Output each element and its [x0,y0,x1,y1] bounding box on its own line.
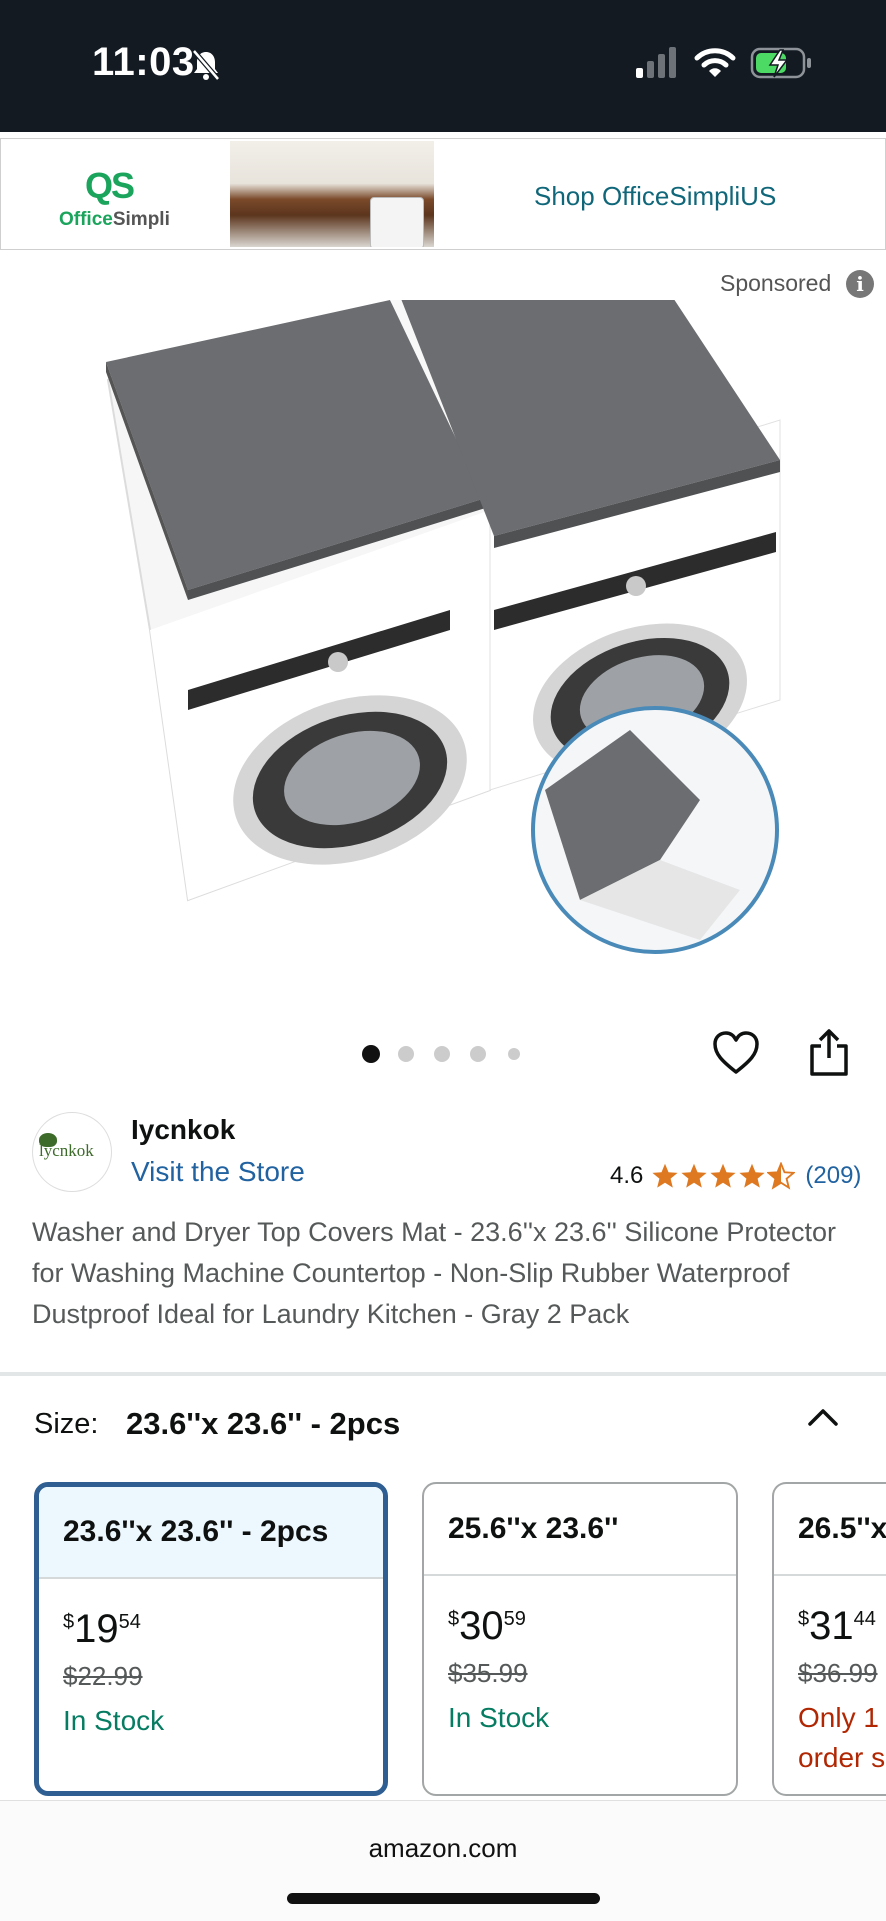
status-time: 11:03 [92,40,195,84]
pagination-dot[interactable] [398,1046,414,1062]
option-availability: In Stock [63,1705,165,1736]
pagination-dot[interactable] [434,1046,450,1062]
option-availability: In Stock [448,1702,550,1733]
status-bar: 11:03 [0,0,886,132]
half-star-icon [767,1162,796,1190]
option-list-price: $36.99 [798,1658,878,1688]
size-option-card[interactable]: 23.6''x 23.6'' - 2pcs $1954 $22.99 In St… [34,1482,388,1796]
option-list-price: $22.99 [63,1661,143,1691]
size-option-card[interactable]: 25.6''x 23.6'' $3059 $35.99 In Stock [422,1482,738,1796]
rating-summary[interactable]: 4.6 (209) [610,1160,861,1192]
size-label: Size: [34,1408,99,1440]
officesimpli-logo: QS OfficeSimpli [59,165,189,235]
visit-store-link[interactable]: Visit the Store [131,1156,305,1188]
rating-count[interactable]: (209) [805,1162,861,1190]
rating-value: 4.6 [610,1162,644,1189]
section-divider [0,1372,886,1376]
pagination-dot[interactable] [508,1048,520,1060]
size-option-header: 25.6''x 23.6'' [424,1484,736,1576]
star-rating [651,1162,796,1190]
size-option-header: 23.6''x 23.6'' - 2pcs [39,1487,383,1579]
option-list-price: $35.99 [448,1658,528,1688]
pagination-dot[interactable] [470,1046,486,1062]
chevron-up-icon[interactable] [805,1402,841,1432]
brand-logo[interactable]: lycnkok [32,1112,112,1192]
ad-photo [230,141,434,247]
star-icon [739,1163,765,1188]
battery-charging-icon [750,47,811,79]
info-icon[interactable]: i [846,270,874,298]
wifi-icon [694,48,736,77]
signal-icon [636,47,676,78]
sponsored-label: Sponsored [720,270,832,296]
heart-icon[interactable] [712,1030,760,1076]
brand-name[interactable]: Iycnkok [131,1114,235,1146]
bell-muted-icon [192,49,220,81]
home-indicator[interactable] [287,1893,600,1904]
size-option-card[interactable]: 26.5''x $3144 $36.99 Only 1 order s [772,1482,886,1796]
share-icon[interactable] [808,1028,850,1078]
ad-shop-link[interactable]: Shop OfficeSimpliUS [534,181,776,212]
star-icon [681,1163,707,1188]
product-title: Washer and Dryer Top Covers Mat - 23.6''… [32,1217,836,1329]
image-pagination[interactable] [360,1043,530,1067]
option-price: $3144 [798,1604,876,1648]
option-availability: Only 1 order s [798,1702,886,1773]
browser-bottom-bar: amazon.com [0,1800,886,1921]
option-price: $1954 [63,1607,141,1651]
url-domain[interactable]: amazon.com [0,1833,886,1864]
logo-mark: QS [85,165,135,206]
pagination-dot[interactable] [362,1045,380,1063]
product-image[interactable] [100,300,790,970]
sponsored-ad-banner[interactable]: QS OfficeSimpli Shop OfficeSimpliUS [0,138,886,250]
size-option-header: 26.5''x [774,1484,886,1576]
option-price: $3059 [448,1604,526,1648]
star-icon [710,1163,736,1188]
star-icon [652,1163,678,1188]
logo-name: OfficeSimpli [59,209,170,230]
size-selected-value: 23.6''x 23.6'' - 2pcs [126,1406,401,1441]
ad-photo-appliance [370,197,424,247]
